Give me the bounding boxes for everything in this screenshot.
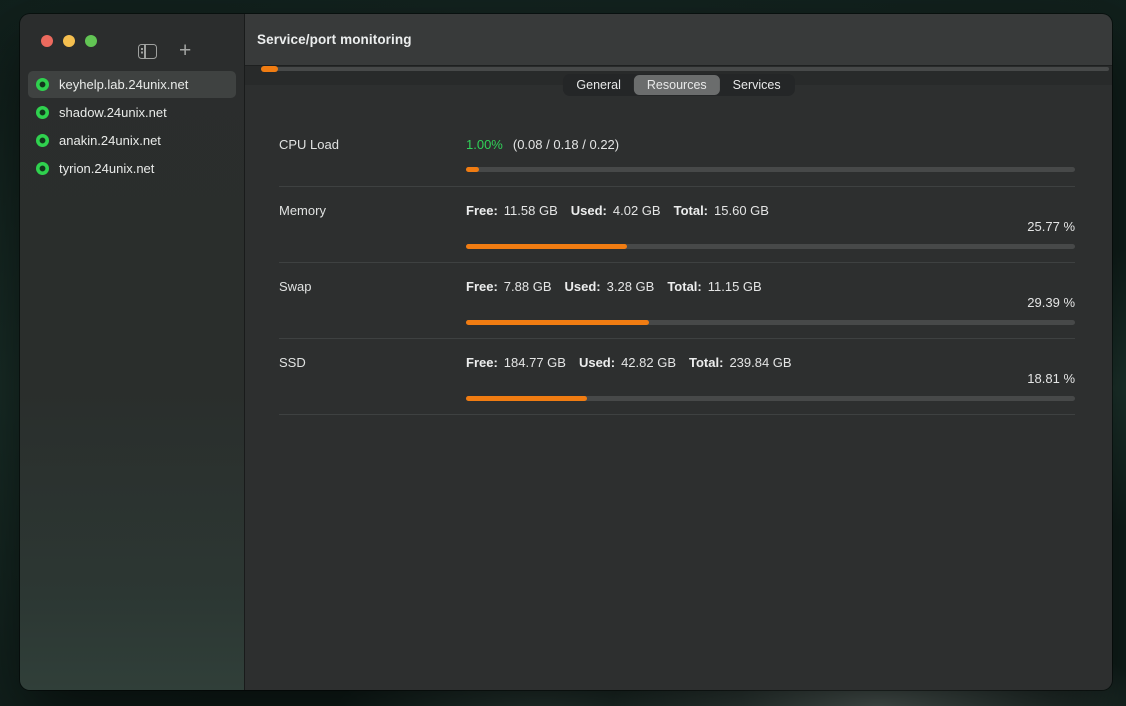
sidebar-item-server[interactable]: keyhelp.lab.24unix.net (28, 71, 236, 98)
field-value-total: 239.84 GB (729, 355, 791, 370)
tab-services[interactable]: Services (720, 75, 794, 95)
resource-values: Free: 7.88 GB Used: 3.28 GB Total: 11.15 GB (466, 279, 1075, 295)
field-value-total: 15.60 GB (714, 203, 769, 218)
usage-percent: 29.39 % (466, 295, 1075, 311)
tab-general[interactable]: General (563, 75, 633, 95)
field-label: Used: (565, 279, 601, 294)
field-label: Free: (466, 203, 498, 218)
refresh-progress-fill (261, 66, 278, 72)
sidebar-item-server[interactable]: anakin.24unix.net (28, 127, 236, 154)
zoom-button[interactable] (85, 35, 97, 47)
usage-progress-fill (466, 167, 479, 172)
resource-label: Memory (279, 203, 466, 219)
usage-percent: 25.77 % (466, 219, 1075, 235)
field-label: Free: (466, 279, 498, 294)
sidebar-toolbar: + (138, 44, 191, 59)
field-value-used: 4.02 GB (613, 203, 661, 218)
sidebar-item-server[interactable]: tyrion.24unix.net (28, 155, 236, 182)
usage-progress-bar (466, 244, 1075, 249)
field-label: Used: (579, 355, 615, 370)
refresh-progress-bar (261, 67, 1109, 71)
field-value-free: 7.88 GB (504, 279, 552, 294)
detail-pane: Service/port monitoring GeneralResources… (245, 14, 1112, 690)
status-online-icon (36, 106, 49, 119)
cpu-load-averages: (0.08 / 0.18 / 0.22) (513, 137, 619, 152)
field-label: Free: (466, 355, 498, 370)
resource-values: Free: 11.58 GB Used: 4.02 GB Total: 15.60 GB (466, 203, 1075, 219)
usage-percent: 18.81 % (466, 371, 1075, 387)
field-value-total: 11.15 GB (708, 279, 762, 294)
resource-rows: CPU Load1.00%(0.08 / 0.18 / 0.22)MemoryF… (279, 137, 1075, 415)
status-online-icon (36, 162, 49, 175)
resource-row: MemoryFree: 11.58 GB Used: 4.02 GB Total: 15.… (279, 187, 1075, 263)
app-window: + keyhelp.lab.24unix.net shadow.24unix.ne… (20, 14, 1112, 690)
usage-progress-bar (466, 320, 1075, 325)
traffic-lights (20, 14, 244, 47)
resource-label: CPU Load (279, 137, 466, 153)
resource-label: Swap (279, 279, 466, 295)
resource-row: SSDFree: 184.77 GB Used: 42.82 GB Total: 239.… (279, 339, 1075, 415)
usage-progress-fill (466, 396, 587, 401)
server-name: tyrion.24unix.net (59, 161, 154, 176)
server-name: shadow.24unix.net (59, 105, 167, 120)
usage-progress-fill (466, 244, 627, 249)
usage-progress-bar (466, 396, 1075, 401)
content-area: GeneralResourcesServices CPU Load1.00% (0… (245, 66, 1112, 690)
status-online-icon (36, 78, 49, 91)
field-label: Used: (571, 203, 607, 218)
sidebar-item-server[interactable]: shadow.24unix.net (28, 99, 236, 126)
resource-label: SSD (279, 355, 466, 371)
cpu-load-percent: 1.00% (466, 137, 503, 152)
add-server-icon[interactable]: + (179, 43, 191, 58)
field-label: Total: (674, 203, 708, 218)
usage-progress-bar (466, 167, 1075, 172)
server-list: keyhelp.lab.24unix.net shadow.24unix.net a… (28, 71, 236, 182)
server-name: keyhelp.lab.24unix.net (59, 77, 188, 92)
page-title: Service/port monitoring (257, 32, 412, 47)
title-bar: Service/port monitoring (245, 14, 1112, 66)
resource-values: 1.00% (0.08 / 0.18 / 0.22) (466, 137, 1075, 153)
field-label: Total: (667, 279, 701, 294)
field-value-free: 11.58 GB (504, 203, 558, 218)
tab-bar: GeneralResourcesServices (562, 74, 794, 96)
field-value-used: 42.82 GB (621, 355, 676, 370)
status-online-icon (36, 134, 49, 147)
field-value-used: 3.28 GB (607, 279, 655, 294)
minimize-button[interactable] (63, 35, 75, 47)
tab-resources[interactable]: Resources (634, 75, 720, 95)
server-name: anakin.24unix.net (59, 133, 161, 148)
close-button[interactable] (41, 35, 53, 47)
sidebar: + keyhelp.lab.24unix.net shadow.24unix.ne… (20, 14, 245, 690)
usage-progress-fill (466, 320, 649, 325)
resource-row: SwapFree: 7.88 GB Used: 3.28 GB Total: 11.15 … (279, 263, 1075, 339)
sidebar-toggle-icon[interactable] (138, 44, 157, 59)
field-label: Total: (689, 355, 723, 370)
field-value-free: 184.77 GB (504, 355, 566, 370)
resource-row: CPU Load1.00% (0.08 / 0.18 / 0.22) (279, 137, 1075, 187)
resource-values: Free: 184.77 GB Used: 42.82 GB Total: 239.84 … (466, 355, 1075, 371)
